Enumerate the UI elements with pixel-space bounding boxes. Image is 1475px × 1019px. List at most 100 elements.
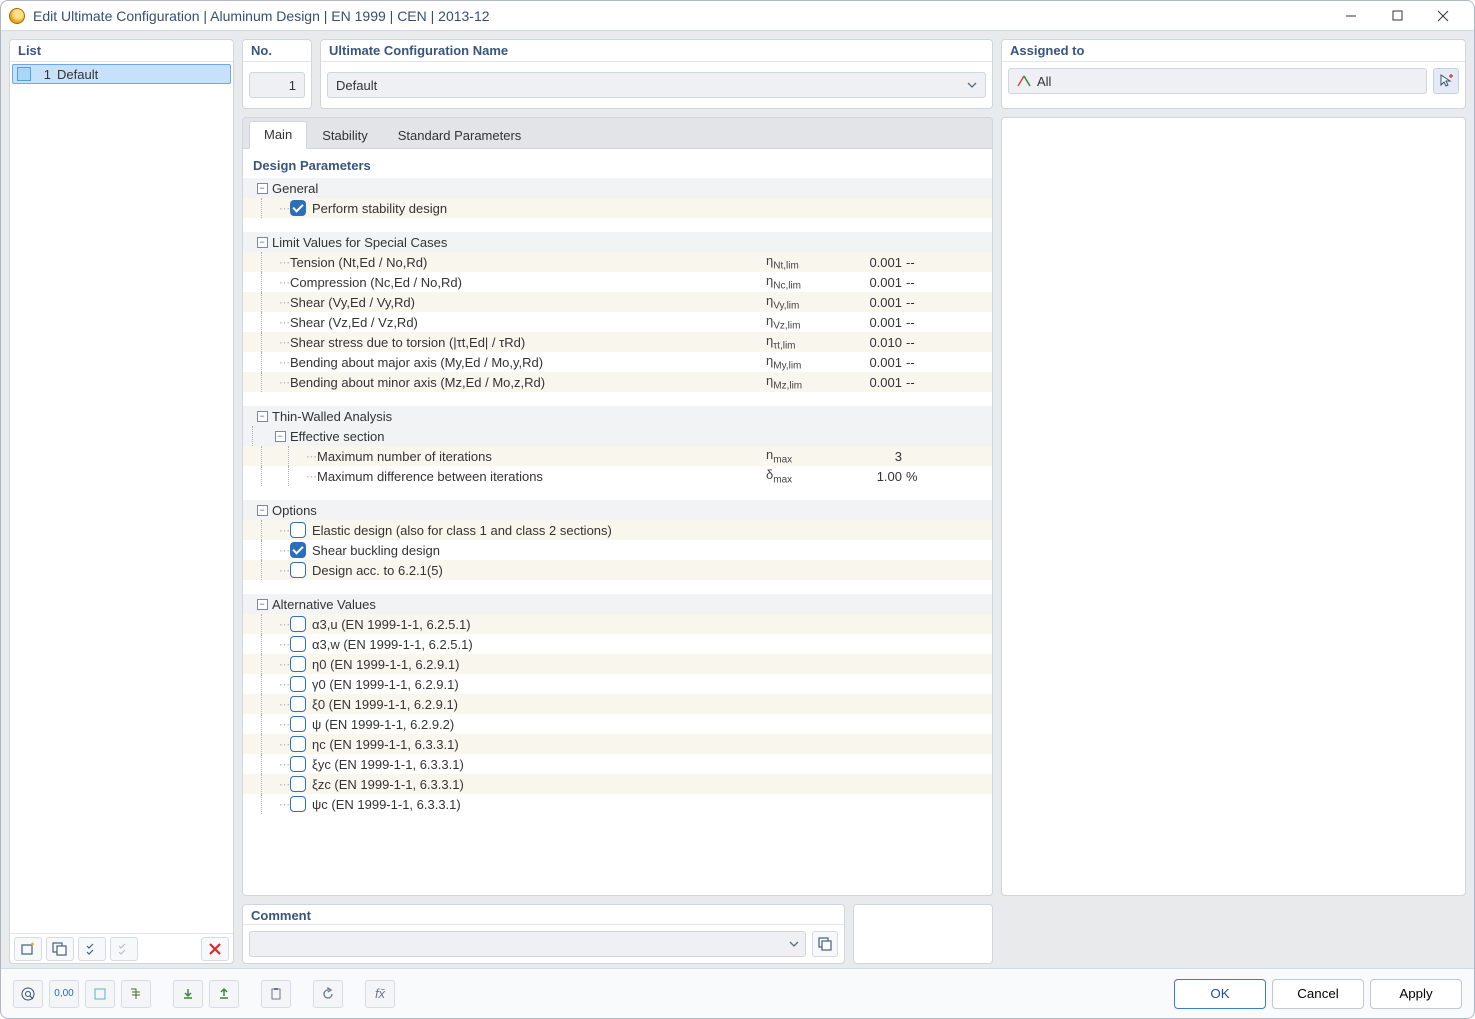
chevron-down-icon — [967, 80, 977, 90]
group-label: Options — [272, 503, 986, 518]
maximize-button[interactable] — [1374, 1, 1420, 31]
clipboard-button[interactable] — [261, 980, 291, 1008]
pick-members-button[interactable] — [1433, 68, 1459, 94]
param-value[interactable]: 0.001 — [836, 375, 906, 390]
close-icon — [1437, 10, 1449, 22]
number-panel: No. — [242, 39, 312, 109]
assigned-value: All — [1037, 74, 1051, 89]
param-label: Bending about major axis (My,Ed / Mo,y,R… — [290, 355, 766, 370]
tree-value-row: ⋯Bending about minor axis (Mz,Ed / Mo,z,… — [243, 372, 992, 392]
new-button[interactable] — [14, 937, 42, 961]
tree-check-row: ⋯γ0 (EN 1999-1-1, 6.2.9.1) — [243, 674, 992, 694]
copy-icon — [52, 942, 68, 956]
comment-combobox[interactable] — [249, 931, 806, 957]
group-label: Limit Values for Special Cases — [272, 235, 986, 250]
checkbox[interactable] — [290, 736, 306, 752]
tree-check-row: ⋯ξzc (EN 1999-1-1, 6.3.3.1) — [243, 774, 992, 794]
tree-group[interactable]: −Options — [243, 500, 992, 520]
checkbox[interactable] — [290, 796, 306, 812]
library-icon — [818, 937, 832, 951]
tab-stability[interactable]: Stability — [307, 122, 383, 149]
param-value[interactable]: 3 — [836, 449, 906, 464]
ok-button[interactable]: OK — [1174, 979, 1266, 1009]
comment-library-button[interactable] — [812, 931, 838, 957]
param-symbol: nmax — [766, 447, 836, 466]
checkbox[interactable] — [290, 200, 306, 216]
param-unit: -- — [906, 255, 986, 270]
checkbox[interactable] — [290, 522, 306, 538]
collapse-icon: − — [257, 237, 268, 248]
tree-group[interactable]: −Effective section — [243, 426, 992, 446]
tree-value-row: ⋯Maximum difference between iterationsδm… — [243, 466, 992, 486]
list-item[interactable]: 1 Default — [12, 64, 231, 84]
tab-standard-parameters[interactable]: Standard Parameters — [383, 122, 537, 149]
tab-main[interactable]: Main — [249, 121, 307, 149]
checkbox[interactable] — [290, 562, 306, 578]
comment-spacer — [1001, 904, 1466, 964]
assigned-input[interactable]: All — [1008, 68, 1427, 94]
check-label: Shear buckling design — [312, 543, 440, 558]
tree-group[interactable]: −Limit Values for Special Cases — [243, 232, 992, 252]
checkbox[interactable] — [290, 656, 306, 672]
cancel-button[interactable]: Cancel — [1272, 979, 1364, 1009]
check-label: α3,w (EN 1999-1-1, 6.2.5.1) — [312, 637, 473, 652]
param-value[interactable]: 0.001 — [836, 315, 906, 330]
tree-group[interactable]: −Alternative Values — [243, 594, 992, 614]
view-button[interactable] — [85, 980, 115, 1008]
window-title: Edit Ultimate Configuration | Aluminum D… — [33, 8, 490, 24]
assigned-panel: Assigned to All — [1001, 39, 1466, 109]
param-value[interactable]: 0.001 — [836, 255, 906, 270]
import-icon — [181, 987, 195, 1001]
filter-icon — [129, 987, 143, 1001]
import-button[interactable] — [173, 980, 203, 1008]
new-icon — [20, 942, 36, 956]
apply-button[interactable]: Apply — [1370, 979, 1462, 1009]
checkbox[interactable] — [290, 636, 306, 652]
checkbox[interactable] — [290, 616, 306, 632]
checkbox[interactable] — [290, 676, 306, 692]
checkbox[interactable] — [290, 716, 306, 732]
help-button[interactable] — [13, 980, 43, 1008]
number-input[interactable] — [249, 72, 305, 98]
minimize-button[interactable] — [1328, 1, 1374, 31]
group-label: Thin-Walled Analysis — [272, 409, 986, 424]
maximize-icon — [1392, 10, 1403, 21]
delete-button[interactable] — [201, 937, 229, 961]
param-value[interactable]: 0.001 — [836, 295, 906, 310]
color-swatch — [17, 67, 31, 81]
param-value[interactable]: 1.00 — [836, 469, 906, 484]
name-combobox[interactable]: Default — [327, 72, 986, 98]
checkbox[interactable] — [290, 776, 306, 792]
checkbox[interactable] — [290, 696, 306, 712]
tabs-bar: Main Stability Standard Parameters — [243, 118, 992, 148]
close-button[interactable] — [1420, 1, 1466, 31]
function-button[interactable]: fx̄ — [365, 980, 395, 1008]
check-label: Design acc. to 6.2.1(5) — [312, 563, 443, 578]
delete-icon — [209, 943, 221, 955]
check-all-button[interactable] — [78, 937, 106, 961]
tab-main-content: Design Parameters −General⋯Perform stabi… — [243, 148, 992, 895]
collapse-icon: − — [275, 431, 286, 442]
function-icon: fx̄ — [375, 986, 385, 1001]
config-list[interactable]: 1 Default — [10, 62, 233, 933]
uncheck-all-button[interactable] — [110, 937, 138, 961]
check-label: ηc (EN 1999-1-1, 6.3.3.1) — [312, 737, 459, 752]
param-value[interactable]: 0.010 — [836, 335, 906, 350]
param-unit: -- — [906, 295, 986, 310]
tree-group[interactable]: −General — [243, 178, 992, 198]
param-value[interactable]: 0.001 — [836, 355, 906, 370]
export-button[interactable] — [209, 980, 239, 1008]
copy-button[interactable] — [46, 937, 74, 961]
checkbox[interactable] — [290, 756, 306, 772]
units-button[interactable]: 0,00 — [49, 980, 79, 1008]
collapse-icon: − — [257, 599, 268, 610]
param-label: Shear stress due to torsion (|τt,Ed| / τ… — [290, 335, 766, 350]
param-value[interactable]: 0.001 — [836, 275, 906, 290]
tree-check-row: ⋯α3,w (EN 1999-1-1, 6.2.5.1) — [243, 634, 992, 654]
checkbox[interactable] — [290, 542, 306, 558]
name-header: Ultimate Configuration Name — [321, 40, 992, 62]
filter-button[interactable] — [121, 980, 151, 1008]
param-label: Tension (Nt,Ed / No,Rd) — [290, 255, 766, 270]
reset-button[interactable] — [313, 980, 343, 1008]
tree-group[interactable]: −Thin-Walled Analysis — [243, 406, 992, 426]
